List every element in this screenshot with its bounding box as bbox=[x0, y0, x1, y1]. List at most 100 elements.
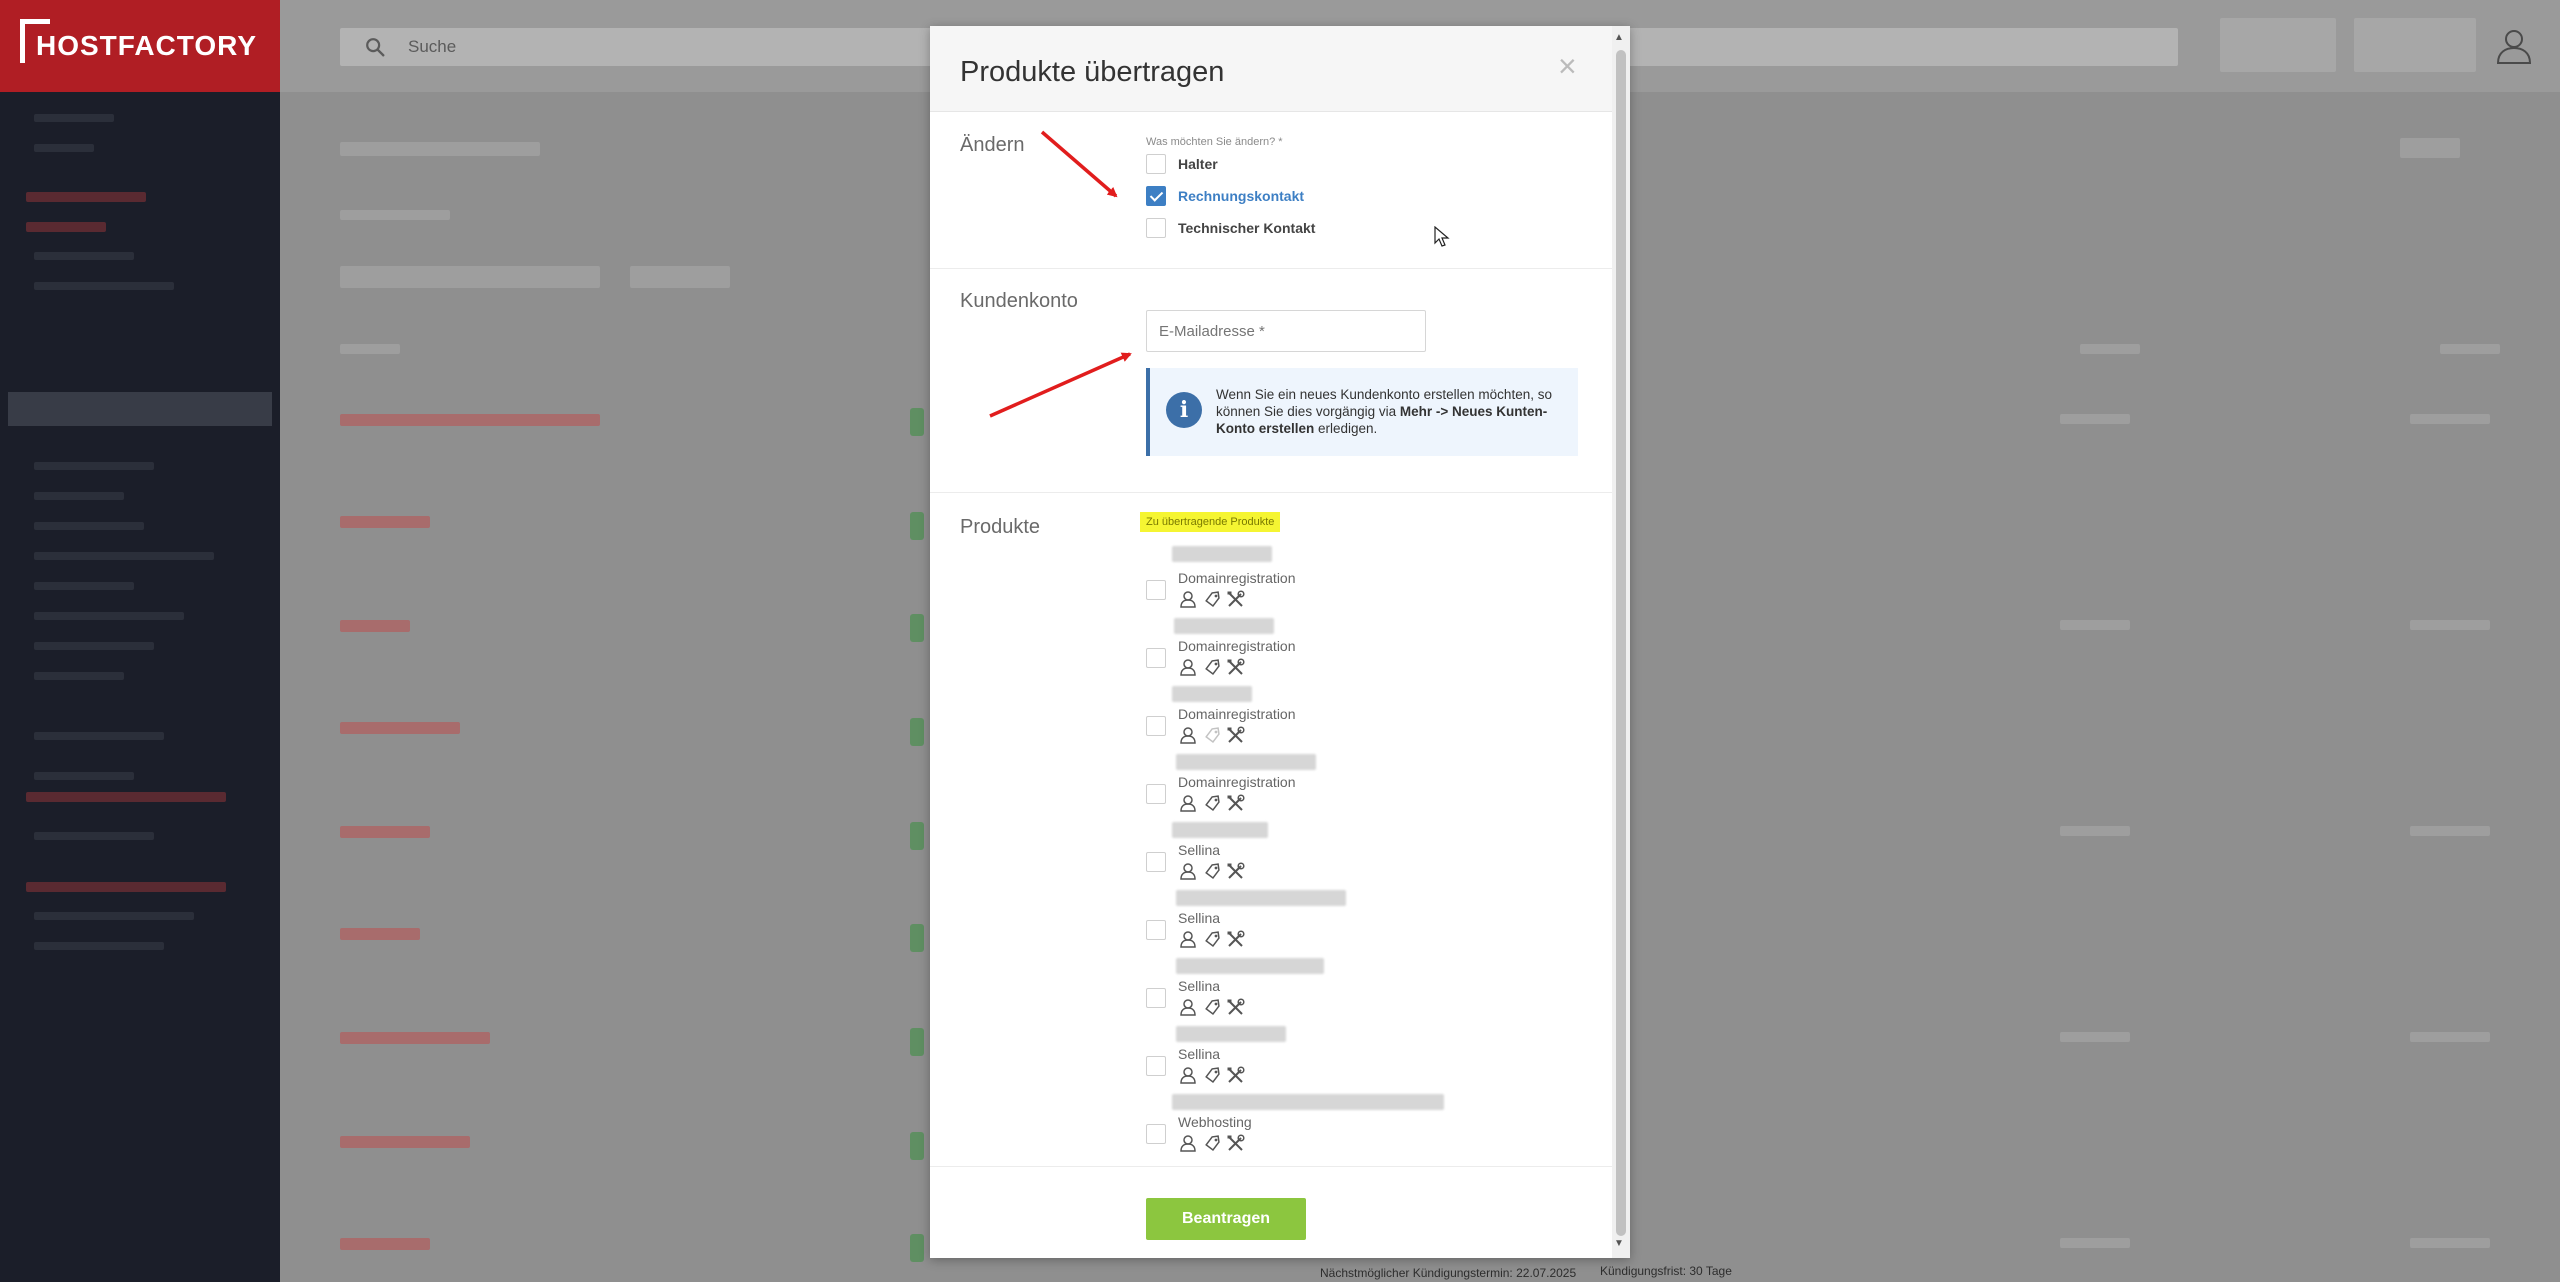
technical-contact-label[interactable]: Technischer Kontakt bbox=[1178, 220, 1315, 236]
tag-icon[interactable] bbox=[1202, 1133, 1222, 1158]
tools-icon[interactable] bbox=[1226, 1065, 1246, 1090]
table-row[interactable] bbox=[340, 1136, 470, 1148]
sidebar-item[interactable] bbox=[34, 114, 114, 122]
user-icon[interactable] bbox=[1178, 657, 1198, 682]
table-header bbox=[340, 344, 400, 354]
product-checkbox[interactable] bbox=[1146, 988, 1166, 1008]
submit-button[interactable]: Beantragen bbox=[1146, 1198, 1306, 1240]
filter-button[interactable] bbox=[630, 266, 730, 288]
tools-icon[interactable] bbox=[1226, 725, 1246, 750]
product-item[interactable]: Domainregistration bbox=[1146, 750, 1586, 818]
table-row[interactable] bbox=[340, 516, 430, 528]
product-item[interactable]: Domainregistration bbox=[1146, 546, 1586, 614]
tag-icon[interactable] bbox=[1202, 929, 1222, 954]
product-checkbox[interactable] bbox=[1146, 580, 1166, 600]
user-icon[interactable] bbox=[1178, 997, 1198, 1022]
product-checkbox[interactable] bbox=[1146, 852, 1166, 872]
tag-icon[interactable] bbox=[1202, 861, 1222, 886]
top-button-1[interactable] bbox=[2220, 18, 2336, 72]
tools-icon[interactable] bbox=[1226, 793, 1246, 818]
product-item[interactable]: Sellina bbox=[1146, 1022, 1586, 1090]
sidebar-item[interactable] bbox=[34, 672, 124, 680]
user-icon[interactable] bbox=[1178, 725, 1198, 750]
hostfactory-logo[interactable]: HOSTFACTORY bbox=[0, 0, 280, 92]
product-checkbox[interactable] bbox=[1146, 920, 1166, 940]
product-item[interactable]: Sellina bbox=[1146, 954, 1586, 1022]
tag-icon[interactable] bbox=[1202, 657, 1222, 682]
scroll-down-icon[interactable]: ▼ bbox=[1614, 1238, 1624, 1249]
user-icon[interactable] bbox=[1178, 589, 1198, 614]
sidebar-item[interactable] bbox=[26, 222, 106, 232]
user-icon[interactable] bbox=[1178, 1065, 1198, 1090]
sidebar-item[interactable] bbox=[34, 252, 134, 260]
filter-input[interactable] bbox=[340, 266, 600, 288]
table-row[interactable] bbox=[340, 1032, 490, 1044]
table-header bbox=[2440, 344, 2500, 354]
tag-icon[interactable] bbox=[1202, 793, 1222, 818]
product-item[interactable]: Domainregistration bbox=[1146, 682, 1586, 750]
tools-icon[interactable] bbox=[1226, 861, 1246, 886]
content-action[interactable] bbox=[2400, 138, 2460, 158]
scroll-up-icon[interactable]: ▲ bbox=[1614, 32, 1624, 43]
sidebar-item[interactable] bbox=[34, 732, 164, 740]
close-icon[interactable]: × bbox=[1558, 50, 1577, 82]
sidebar-item[interactable] bbox=[34, 552, 214, 560]
holder-checkbox[interactable] bbox=[1146, 154, 1166, 174]
product-item[interactable]: Sellina bbox=[1146, 818, 1586, 886]
product-item[interactable]: Webhosting bbox=[1146, 1090, 1586, 1158]
billing-contact-label[interactable]: Rechnungskontakt bbox=[1178, 188, 1304, 204]
product-item[interactable]: Sellina bbox=[1146, 886, 1586, 954]
table-row[interactable] bbox=[340, 1238, 430, 1250]
tools-icon[interactable] bbox=[1226, 997, 1246, 1022]
tools-icon[interactable] bbox=[1226, 1133, 1246, 1158]
product-checkbox[interactable] bbox=[1146, 1056, 1166, 1076]
tools-icon[interactable] bbox=[1226, 929, 1246, 954]
table-row[interactable] bbox=[340, 928, 420, 940]
sidebar-item[interactable] bbox=[26, 792, 226, 802]
product-checkbox[interactable] bbox=[1146, 716, 1166, 736]
sidebar-item[interactable] bbox=[34, 832, 154, 840]
sidebar-item[interactable] bbox=[34, 522, 144, 530]
tools-icon[interactable] bbox=[1226, 589, 1246, 614]
tools-icon[interactable] bbox=[1226, 657, 1246, 682]
tag-icon[interactable] bbox=[1202, 589, 1222, 614]
sidebar-item[interactable] bbox=[26, 192, 146, 202]
sidebar-item[interactable] bbox=[34, 642, 154, 650]
tab[interactable] bbox=[340, 210, 450, 220]
tag-icon[interactable] bbox=[1202, 1065, 1222, 1090]
sidebar-item[interactable] bbox=[34, 772, 134, 780]
user-account-icon[interactable] bbox=[2494, 26, 2534, 66]
sidebar-item[interactable] bbox=[26, 882, 226, 892]
table-row[interactable] bbox=[340, 722, 460, 734]
sidebar-item[interactable] bbox=[34, 144, 94, 152]
email-field[interactable] bbox=[1146, 310, 1426, 352]
user-icon[interactable] bbox=[1178, 793, 1198, 818]
sidebar-item[interactable] bbox=[34, 282, 174, 290]
table-row[interactable] bbox=[340, 620, 410, 632]
holder-label[interactable]: Halter bbox=[1178, 156, 1218, 172]
table-row[interactable] bbox=[340, 826, 430, 838]
sidebar-item[interactable] bbox=[34, 492, 124, 500]
user-icon[interactable] bbox=[1178, 929, 1198, 954]
table-row[interactable] bbox=[340, 414, 600, 426]
status-badge bbox=[910, 1132, 924, 1160]
top-button-2[interactable] bbox=[2354, 18, 2476, 72]
product-checkbox[interactable] bbox=[1146, 784, 1166, 804]
user-icon[interactable] bbox=[1178, 861, 1198, 886]
product-checkbox[interactable] bbox=[1146, 648, 1166, 668]
modal-scrollbar-thumb[interactable] bbox=[1616, 50, 1626, 1236]
sidebar-item[interactable] bbox=[34, 942, 164, 950]
product-item[interactable]: Domainregistration bbox=[1146, 614, 1586, 682]
user-icon[interactable] bbox=[1178, 1133, 1198, 1158]
technical-contact-checkbox[interactable] bbox=[1146, 218, 1166, 238]
sidebar-item[interactable] bbox=[34, 462, 154, 470]
product-name-redacted bbox=[1172, 1094, 1444, 1110]
sidebar-item[interactable] bbox=[34, 582, 134, 590]
tag-icon[interactable] bbox=[1202, 725, 1222, 750]
sidebar-item[interactable] bbox=[34, 912, 194, 920]
billing-contact-checkbox[interactable] bbox=[1146, 186, 1166, 206]
sidebar-item[interactable] bbox=[34, 612, 184, 620]
product-checkbox[interactable] bbox=[1146, 1124, 1166, 1144]
tag-icon[interactable] bbox=[1202, 997, 1222, 1022]
sidebar-item-active[interactable] bbox=[8, 392, 272, 426]
